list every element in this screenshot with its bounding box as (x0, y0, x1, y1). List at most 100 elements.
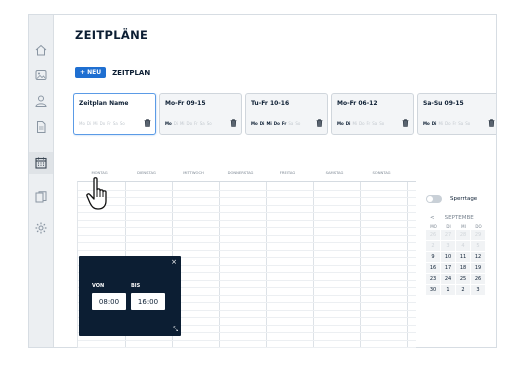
trash-icon[interactable] (144, 119, 151, 127)
day-chip[interactable]: Fr (367, 121, 371, 126)
day-chip[interactable]: So (120, 121, 125, 126)
day-chip[interactable]: So (379, 121, 384, 126)
day-chip[interactable]: So (295, 121, 300, 126)
day-chip[interactable]: Di (346, 121, 351, 126)
calendar-day[interactable]: 17 (441, 263, 455, 273)
time-popup: × VON BIS 08:00 16:00 ⤡ (79, 256, 181, 336)
trash-icon[interactable] (488, 119, 495, 127)
home-icon[interactable] (33, 42, 49, 58)
calendar-day[interactable]: 10 (441, 252, 455, 262)
day-chip[interactable]: Di (87, 121, 91, 126)
calendar-week-row: 23 24 25 26 (426, 274, 496, 284)
day-chip[interactable]: Mi (180, 121, 185, 126)
calendar-day[interactable]: 5 (471, 241, 485, 251)
lock-days-toggle[interactable] (426, 195, 442, 203)
schedule-card[interactable]: Zeitplan Name Mo Di Mi Do Fr Sa So (73, 93, 156, 135)
trash-icon[interactable] (402, 119, 409, 127)
day-chip[interactable]: Mo (251, 121, 258, 126)
day-chip[interactable]: Mo (337, 121, 344, 126)
day-chip[interactable]: Fr (107, 121, 111, 126)
schedule-card[interactable]: Mo-Fr 06-12 Mo Di Mi Do Fr Sa So (331, 93, 414, 135)
day-chip[interactable]: Di (432, 121, 437, 126)
user-icon[interactable] (33, 93, 49, 109)
calendar-day[interactable]: 3 (471, 285, 485, 295)
calendar-week-row: 2345 (426, 241, 496, 251)
schedule-days: Mo Di Mi Do Fr Sa So (337, 121, 386, 126)
schedule-name: Zeitplan Name (79, 100, 129, 107)
day-chip[interactable]: Do (187, 121, 193, 126)
calendar-day[interactable]: 18 (456, 263, 470, 273)
weekday-header: SONNTAG (372, 171, 391, 175)
new-schedule-button[interactable]: + NEU (75, 67, 107, 78)
calendar-day[interactable]: 9 (426, 252, 440, 262)
from-time-input[interactable]: 08:00 (92, 293, 126, 310)
image-icon[interactable] (33, 67, 49, 83)
calendar-day[interactable]: 25 (456, 274, 470, 284)
day-chip[interactable]: Fr (453, 121, 457, 126)
close-icon[interactable]: × (171, 258, 177, 266)
day-chip[interactable]: Do (359, 121, 365, 126)
calendar-day[interactable]: 16 (426, 263, 440, 273)
schedule-card[interactable]: Tu-Fr 10-16 Mo Di Mi Do Fr Sa So (245, 93, 328, 135)
day-chip[interactable]: Mi (352, 121, 357, 126)
gear-icon[interactable] (33, 220, 49, 236)
day-chip[interactable]: Mo (423, 121, 430, 126)
calendar-day[interactable]: 2 (426, 241, 440, 251)
day-chip[interactable]: Mi (266, 121, 271, 126)
day-chip[interactable]: Mo (79, 121, 85, 126)
weekday-header: FREITAG (279, 171, 296, 175)
calendar-day[interactable]: 30 (426, 285, 440, 295)
day-chip[interactable]: Sa (458, 121, 463, 126)
calendar-day[interactable]: 26 (471, 274, 485, 284)
day-chip[interactable]: So (207, 121, 212, 126)
schedule-days: Mo Di Mi Do Fr Sa So (251, 121, 302, 126)
calendar-prev-button[interactable]: < (430, 215, 435, 221)
calendar-icon[interactable] (29, 152, 53, 174)
trash-icon[interactable] (230, 119, 237, 127)
calendar-day[interactable]: 11 (456, 252, 470, 262)
day-chip[interactable]: Do (100, 121, 106, 126)
to-time-input[interactable]: 16:00 (131, 293, 165, 310)
calendar-day[interactable]: 28 (456, 230, 470, 240)
calendar-day[interactable]: 23 (426, 274, 440, 284)
document-icon[interactable] (33, 119, 49, 135)
resize-handle-icon[interactable]: ⤡ (173, 326, 178, 334)
calendar-day[interactable]: 29 (471, 230, 485, 240)
day-chip[interactable]: Fr (282, 121, 286, 126)
day-chip[interactable]: Fr (194, 121, 198, 126)
trash-icon[interactable] (316, 119, 323, 127)
day-chip[interactable]: So (465, 121, 470, 126)
day-chip[interactable]: Sa (200, 121, 205, 126)
day-chip[interactable]: Mo (165, 121, 172, 126)
calendar-day[interactable]: 1 (441, 285, 455, 295)
calendar-day[interactable]: 2 (456, 285, 470, 295)
grid-row-line (78, 204, 416, 206)
day-chip[interactable]: Di (174, 121, 178, 126)
calendar-day[interactable]: 4 (456, 241, 470, 251)
day-chip[interactable]: Di (260, 121, 265, 126)
day-chip[interactable]: Do (445, 121, 451, 126)
calendar-day[interactable]: 26 (426, 230, 440, 240)
schedule-days: Mo Di Mi Do Fr Sa So (165, 121, 214, 126)
day-chip[interactable]: Do (274, 121, 280, 126)
day-chip[interactable]: Mi (93, 121, 98, 126)
day-chip[interactable]: Sa (113, 121, 118, 126)
day-chip[interactable]: Sa (288, 121, 293, 126)
calendar-day[interactable]: 27 (441, 230, 455, 240)
calendar-day[interactable]: 3 (441, 241, 455, 251)
calendar-day[interactable]: 19 (471, 263, 485, 273)
calendar-weekday: DO (475, 224, 482, 229)
calendar-day[interactable]: 12 (471, 252, 485, 262)
day-chip[interactable]: Mi (438, 121, 443, 126)
day-chip[interactable]: Sa (372, 121, 377, 126)
sidebar (29, 15, 54, 347)
calendar-day[interactable]: 24 (441, 274, 455, 284)
schedule-name: Tu-Fr 10-16 (251, 100, 290, 107)
to-label: BIS (131, 283, 141, 289)
schedule-days: Mo Di Mi Do Fr Sa So (79, 121, 127, 126)
grid-row-line (78, 189, 416, 191)
copy-icon[interactable] (33, 189, 49, 205)
schedule-card[interactable]: Mo-Fr 09-15 Mo Di Mi Do Fr Sa So (159, 93, 242, 135)
schedule-card[interactable]: Sa-Su 09-15 Mo Di Mi Do Fr Sa So (417, 93, 496, 135)
calendar-week-row: 26 27 28 29 (426, 230, 496, 240)
